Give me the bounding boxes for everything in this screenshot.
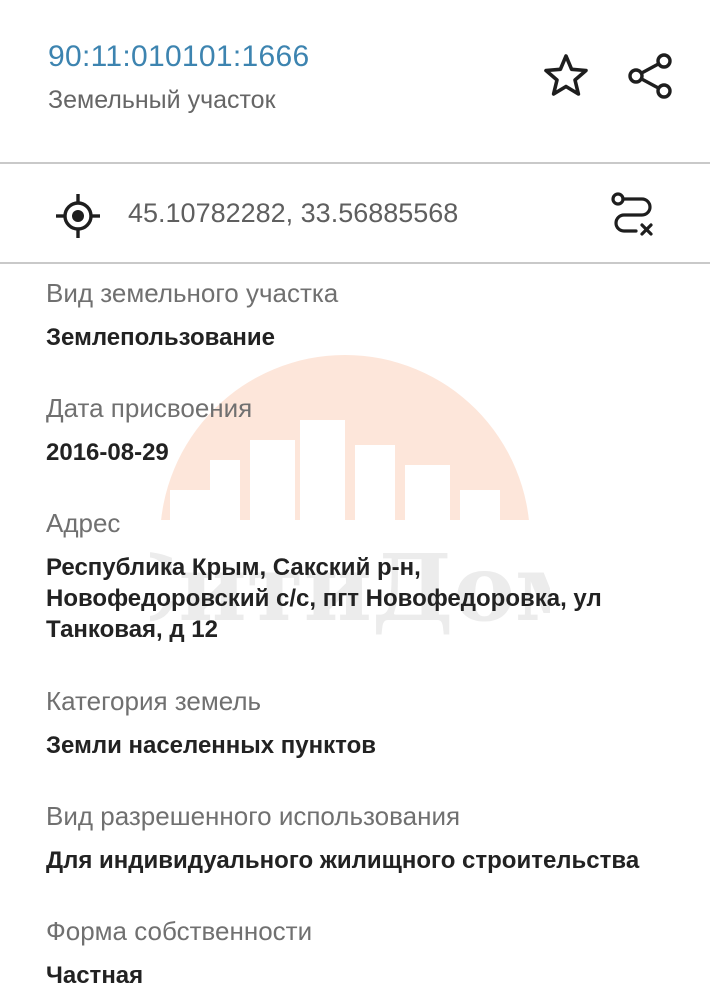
field-ownership-form: Форма собственности Частная bbox=[46, 916, 696, 991]
field-label: Форма собственности bbox=[46, 916, 313, 946]
star-outline-icon bbox=[544, 54, 588, 96]
locate-button[interactable] bbox=[54, 192, 102, 240]
cadastral-number[interactable]: 90:11:010101:1666 bbox=[48, 40, 309, 74]
crosshair-icon bbox=[56, 194, 100, 238]
field-value: Для индивидуального жилищного строительс… bbox=[46, 847, 640, 874]
address-line: Танковая, д 12 bbox=[46, 616, 218, 643]
field-value: Земли населенных пунктов bbox=[46, 732, 377, 759]
field-assignment-date: Дата присвоения 2016-08-29 bbox=[46, 393, 696, 468]
field-label: Дата присвоения bbox=[46, 393, 253, 423]
share-icon bbox=[628, 53, 672, 99]
object-type: Земельный участок bbox=[48, 86, 276, 114]
field-permitted-use: Вид разрешенного использования Для индив… bbox=[46, 801, 696, 876]
field-label: Вид земельного участка bbox=[46, 278, 339, 308]
field-label: Вид разрешенного использования bbox=[46, 801, 461, 831]
field-value: Частная bbox=[46, 962, 144, 989]
address-line: Новофедоровский с/с, пгт Новофедоровка, … bbox=[46, 585, 602, 612]
field-label: Адрес bbox=[46, 508, 121, 538]
coordinates-value[interactable]: 45.10782282, 33.56885568 bbox=[128, 198, 458, 229]
favorite-button[interactable] bbox=[540, 50, 592, 102]
route-clear-icon bbox=[611, 192, 653, 236]
field-address: Адрес Республика Крым, Сакский р-н, Ново… bbox=[46, 508, 696, 645]
address-line: Республика Крым, Сакский р-н, bbox=[46, 554, 421, 581]
plot-header: 90:11:010101:1666 Земельный участок bbox=[0, 0, 710, 164]
field-land-category: Категория земель Земли населенных пункто… bbox=[46, 686, 696, 761]
field-plot-kind: Вид земельного участка Землепользование bbox=[46, 278, 696, 353]
field-value: Республика Крым, Сакский р-н, Новофедоро… bbox=[46, 552, 696, 645]
route-button[interactable] bbox=[608, 190, 658, 240]
share-button[interactable] bbox=[624, 50, 676, 102]
field-value: Землепользование bbox=[46, 324, 276, 351]
field-label: Категория земель bbox=[46, 686, 262, 716]
coordinates-row: 45.10782282, 33.56885568 bbox=[0, 164, 710, 264]
field-value: 2016-08-29 bbox=[46, 439, 169, 466]
land-plot-card: 90:11:010101:1666 Земельный участок 45.1… bbox=[0, 0, 710, 1000]
